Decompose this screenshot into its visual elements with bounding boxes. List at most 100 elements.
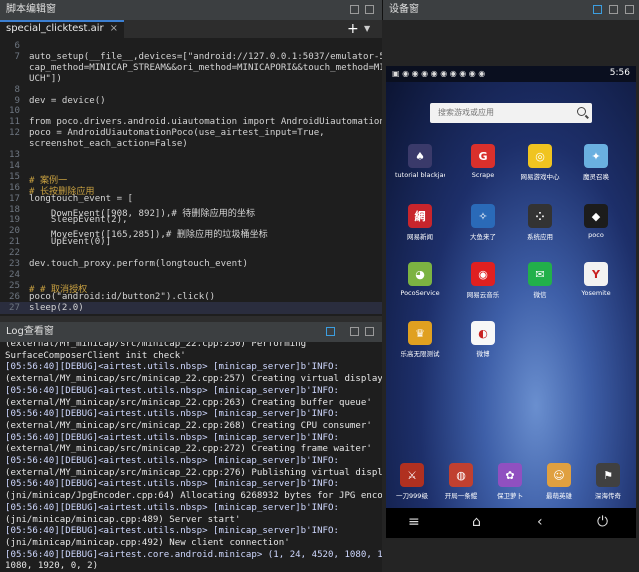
code-line: dev.touch_proxy.perform(longtouch_event)	[29, 259, 248, 269]
app-icon[interactable]: ✉ 微信	[515, 262, 565, 299]
close-panel-icon[interactable]	[365, 327, 374, 336]
code-line: cap_method=MINICAP_STREAM&&ori_method=MI…	[29, 62, 382, 73]
filter-icon[interactable]	[326, 327, 335, 336]
close-panel-icon[interactable]	[625, 5, 634, 14]
device-panel-header: 设备窗	[382, 0, 639, 20]
log-line: [05:56:40][DEBUG]<airtest.utils.nbsp> [m…	[5, 362, 339, 373]
log-line: [05:56:40][DEBUG]<airtest.utils.nbsp> [m…	[5, 432, 339, 443]
app-label: 网易新闻	[407, 233, 433, 241]
float-panel-icon[interactable]	[350, 327, 359, 336]
editor-panel-header: 脚本编辑窗	[0, 0, 382, 20]
app-label: 网易游戏中心	[520, 173, 560, 181]
app-icon[interactable]: G Scrape	[458, 144, 508, 179]
app-label: 系统应用	[527, 233, 553, 241]
log-line: SurfaceComposerClient init check'	[5, 350, 186, 361]
notification-icon: ▣ ◉ ◉ ◉ ◉ ◉ ◉ ◉ ◉ ◉	[392, 69, 486, 78]
app-label: 开局一条鲲	[444, 492, 478, 500]
log-line: [05:56:40][DEBUG]<airtest.utils.nbsp> [m…	[5, 479, 339, 490]
app-glyph-icon: ✿	[498, 463, 522, 487]
app-icon[interactable]: Y Yosemite	[571, 262, 621, 297]
search-placeholder: 搜索游戏或应用	[438, 108, 494, 117]
menu-icon[interactable]: ≡	[408, 514, 420, 530]
device-settings-icon[interactable]	[593, 5, 602, 14]
app-search-input[interactable]: 搜索游戏或应用	[430, 103, 592, 123]
app-label: 保卫萝卜	[497, 492, 523, 500]
code-line: sleep(2.0)	[29, 302, 84, 313]
app-label: Scrape	[471, 171, 495, 179]
editor-panel-title: 脚本编辑窗	[6, 4, 56, 15]
app-glyph-icon: ☺	[547, 463, 571, 487]
app-label: 网易云音乐	[466, 291, 500, 299]
app-icon[interactable]: ✦ 魔灵召唤	[571, 144, 621, 181]
app-icon[interactable]: ♠ tutorial blackjack	[395, 144, 445, 179]
app-glyph-icon: G	[471, 144, 495, 168]
power-icon[interactable]: ⏻	[597, 514, 608, 530]
app-icon[interactable]: ◐ 微博	[458, 321, 508, 358]
dock-app-icon[interactable]: ⚑ 深海传奇	[583, 463, 633, 500]
log-line: (jni/minicap/minicap.cpp:492) New client…	[5, 537, 290, 548]
line-number: 21	[9, 237, 20, 248]
log-line: (external/MY_minicap/src/minicap_22.cpp:…	[5, 467, 382, 478]
log-panel-title: Log查看窗	[6, 326, 54, 337]
device-screen[interactable]: ▣ ◉ ◉ ◉ ◉ ◉ ◉ ◉ ◉ ◉ 5:56 搜索游戏或应用 ♠ tutori…	[386, 66, 636, 538]
line-number: 16	[9, 182, 20, 193]
chevron-down-icon[interactable]: ▼	[364, 24, 370, 33]
log-line: (external/MY_minicap/src/minicap_22.cpp:…	[5, 444, 372, 455]
app-label: 一刀999级	[396, 492, 428, 500]
dock-app-icon[interactable]: ☺ 最萌英雄	[534, 463, 584, 500]
log-output[interactable]: (external/MY_minicap/src/minicap_22.cpp:…	[0, 342, 382, 572]
app-label: poco	[588, 231, 604, 239]
log-line: [05:56:40][DEBUG]<airtest.core.android.m…	[5, 549, 382, 560]
line-number: 22	[9, 248, 20, 259]
line-number: 19	[9, 215, 20, 226]
back-icon[interactable]: ‹	[537, 514, 543, 530]
status-bar: ▣ ◉ ◉ ◉ ◉ ◉ ◉ ◉ ◉ ◉ 5:56	[386, 66, 636, 82]
log-line: (external/MY_minicap/src/minicap_22.cpp:…	[5, 420, 372, 431]
float-panel-icon[interactable]	[609, 5, 618, 14]
app-icon[interactable]: ◉ 网易云音乐	[458, 262, 508, 299]
app-label: 微博	[476, 350, 490, 358]
app-icon[interactable]: ♛ 乐高无限测试	[395, 321, 445, 358]
code-line: auto_setup(__file__,devices=["android://…	[29, 51, 382, 62]
app-icon[interactable]: 網网易新闻	[395, 204, 445, 241]
app-glyph-icon: ✉	[528, 262, 552, 286]
app-glyph-icon: ◐	[471, 321, 495, 345]
code-editor[interactable]: 6 7 auto_setup(__file__,devices=["android:…	[0, 38, 382, 316]
app-glyph-icon: ◉	[471, 262, 495, 286]
app-glyph-icon: ⚔	[400, 463, 424, 487]
line-number: 7	[14, 51, 20, 62]
line-number: 26	[9, 291, 20, 302]
log-line: [05:56:40][DEBUG]<airtest.utils.nbsp> [m…	[5, 385, 339, 396]
log-line: [05:56:40][DEBUG]<airtest.utils.nbsp> [m…	[5, 526, 339, 537]
log-line: (jni/minicap/JpgEncoder.cpp:64) Allocati…	[5, 491, 382, 502]
app-icon[interactable]: ◎ 网易游戏中心	[515, 144, 565, 181]
log-line: 1080, 1920, 0, 2)	[5, 561, 99, 572]
app-glyph-icon: ⚑	[596, 463, 620, 487]
dock-app-icon[interactable]: ✿ 保卫萝卜	[485, 463, 535, 500]
home-icon[interactable]: ⌂	[472, 514, 481, 530]
code-line: SleepEvent(2),	[29, 215, 128, 226]
app-icon[interactable]: ✧ 大鱼来了	[458, 204, 508, 241]
app-icon[interactable]: ◕ PocoService	[395, 262, 445, 297]
app-label: PocoService	[400, 289, 440, 297]
tab-close-icon[interactable]: ×	[110, 23, 118, 34]
app-label: tutorial blackjack	[395, 171, 445, 179]
tab-special-clicktest[interactable]: special_clicktest.air ×	[0, 20, 125, 38]
dock-app-icon[interactable]: ⚔ 一刀999级	[387, 463, 437, 500]
editor-tab-bar: special_clicktest.air × + ▼	[0, 20, 382, 38]
line-number: 15	[9, 171, 20, 182]
line-number: 10	[9, 106, 20, 117]
code-line: UCH"])	[29, 73, 62, 84]
add-tab-button[interactable]: +	[347, 22, 359, 36]
app-icon[interactable]: ◆ poco	[571, 204, 621, 239]
float-panel-icon[interactable]	[350, 5, 359, 14]
app-glyph-icon: ♛	[408, 321, 432, 345]
close-panel-icon[interactable]	[365, 5, 374, 14]
line-number: 18	[9, 204, 20, 215]
device-panel-title: 设备窗	[389, 4, 419, 15]
line-number: 24	[9, 269, 20, 280]
app-icon[interactable]: ⁘ 系统应用	[515, 204, 565, 241]
dock-app-icon[interactable]: ◍ 开局一条鲲	[436, 463, 486, 500]
app-glyph-icon: ✦	[584, 144, 608, 168]
search-icon	[577, 107, 586, 116]
